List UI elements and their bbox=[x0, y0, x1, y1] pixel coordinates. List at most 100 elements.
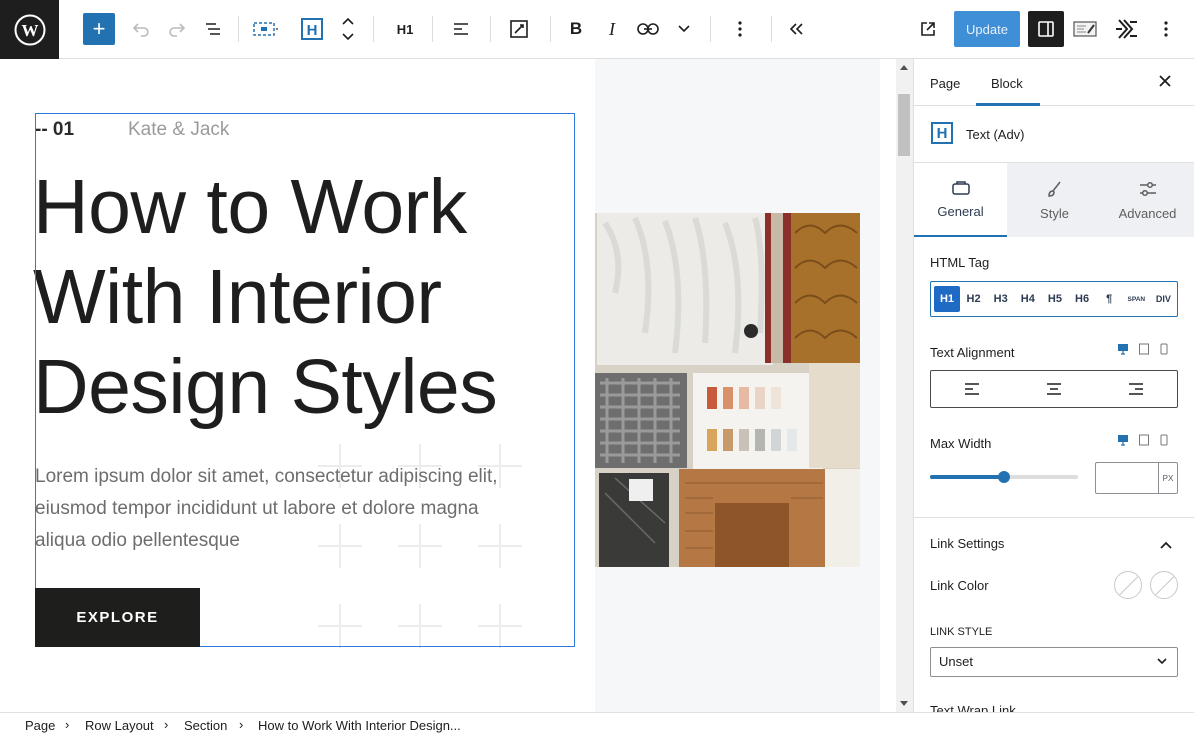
tab-page[interactable]: Page bbox=[930, 76, 960, 91]
tag-div-button[interactable]: DIV bbox=[1150, 282, 1177, 316]
tab-advanced[interactable]: Advanced bbox=[1101, 163, 1194, 237]
scroll-down-icon[interactable] bbox=[900, 701, 908, 706]
chevron-down-icon[interactable] bbox=[672, 11, 696, 47]
responsive-device-switcher bbox=[1117, 343, 1169, 355]
slider-fill bbox=[930, 475, 1004, 479]
breadcrumb: Page › Row Layout › Section › How to Wor… bbox=[0, 712, 1194, 736]
align-center-button[interactable] bbox=[1013, 371, 1095, 407]
canvas-scrollbar[interactable] bbox=[896, 59, 913, 712]
align-right-button[interactable] bbox=[1095, 371, 1177, 407]
link-color-swatch[interactable] bbox=[1114, 571, 1142, 599]
tag-span-button[interactable]: SPAN bbox=[1123, 282, 1150, 316]
update-button[interactable]: Update bbox=[954, 11, 1020, 47]
responsive-device-switcher bbox=[1117, 434, 1169, 446]
chevron-up-icon[interactable] bbox=[1159, 537, 1173, 555]
breadcrumb-current-block[interactable]: How to Work With Interior Design... bbox=[258, 718, 461, 733]
close-icon[interactable] bbox=[1158, 71, 1172, 94]
tab-general-label: General bbox=[937, 203, 984, 219]
brush-icon bbox=[1047, 181, 1061, 197]
link-color-label: Link Color bbox=[930, 578, 989, 593]
max-width-input[interactable] bbox=[1095, 462, 1159, 494]
editor-canvas[interactable]: -- 01 Kate & Jack How to Work With Inter… bbox=[0, 59, 880, 712]
redo-icon[interactable] bbox=[163, 11, 191, 47]
undo-icon[interactable] bbox=[127, 11, 155, 47]
view-page-external-icon[interactable] bbox=[914, 11, 942, 47]
editor-style-icon[interactable] bbox=[1070, 11, 1100, 47]
breadcrumb-row-layout[interactable]: Row Layout bbox=[85, 718, 154, 733]
add-block-button[interactable]: + bbox=[83, 13, 115, 45]
heading-block-icon[interactable]: H bbox=[296, 11, 328, 47]
settings-sidebar: Page Block H Text (Adv) General Style Ad… bbox=[913, 59, 1194, 712]
options-menu-icon[interactable] bbox=[1154, 11, 1178, 47]
heading-level-button[interactable]: H1 bbox=[388, 11, 422, 47]
desktop-icon[interactable] bbox=[1117, 434, 1129, 446]
link-hover-color-swatch[interactable] bbox=[1150, 571, 1178, 599]
breadcrumb-page[interactable]: Page bbox=[25, 718, 55, 733]
align-text-icon[interactable] bbox=[446, 11, 476, 47]
align-left-button[interactable] bbox=[931, 371, 1013, 407]
tablet-icon[interactable] bbox=[1138, 343, 1150, 355]
intro-paragraph[interactable]: Lorem ipsum dolor sit amet, consectetur … bbox=[35, 461, 555, 557]
tag-h2-button[interactable]: H2 bbox=[960, 282, 987, 316]
wordpress-logo-icon[interactable]: W bbox=[0, 0, 59, 59]
html-tag-selector: H1 H2 H3 H4 H5 H6 ¶ SPAN DIV bbox=[930, 281, 1178, 317]
mobile-icon[interactable] bbox=[1159, 343, 1169, 355]
interior-materials-image[interactable] bbox=[595, 213, 860, 567]
svg-text:H: H bbox=[307, 22, 318, 39]
scrollbar-thumb[interactable] bbox=[898, 94, 910, 156]
selected-block-outline bbox=[35, 113, 575, 647]
explore-button[interactable]: EXPLORE bbox=[35, 588, 200, 647]
paragraph-line: eiusmod tempor incididunt ut labore et d… bbox=[35, 498, 479, 519]
section-divider bbox=[914, 517, 1194, 518]
paragraph-line: Lorem ipsum dolor sit amet, consectetur … bbox=[35, 466, 498, 487]
link-style-value: Unset bbox=[939, 654, 973, 669]
tag-h1-button[interactable]: H1 bbox=[934, 286, 960, 312]
italic-icon[interactable]: I bbox=[598, 11, 626, 47]
tab-advanced-label: Advanced bbox=[1118, 205, 1177, 221]
bold-icon[interactable]: B bbox=[562, 11, 590, 47]
link-settings-heading[interactable]: Link Settings bbox=[930, 536, 1004, 551]
tag-h4-button[interactable]: H4 bbox=[1014, 282, 1041, 316]
tag-h5-button[interactable]: H5 bbox=[1041, 282, 1068, 316]
active-tab-indicator bbox=[976, 103, 1040, 106]
block-type-icon[interactable] bbox=[248, 11, 282, 47]
link-style-select[interactable]: Unset bbox=[930, 647, 1178, 677]
more-options-icon[interactable] bbox=[728, 11, 752, 47]
tag-paragraph-button[interactable]: ¶ bbox=[1096, 282, 1123, 316]
text-wrap-link-label: Text Wrap Link bbox=[930, 703, 1016, 712]
edit-image-icon[interactable] bbox=[503, 11, 535, 47]
max-width-unit-button[interactable]: PX bbox=[1158, 462, 1178, 494]
link-style-label: LINK STYLE bbox=[930, 626, 993, 638]
breadcrumb-separator-icon: › bbox=[164, 717, 169, 732]
text-alignment-selector bbox=[930, 370, 1178, 408]
align-left-icon bbox=[965, 383, 979, 395]
breadcrumb-separator-icon: › bbox=[65, 717, 70, 732]
settings-sidebar-toggle-icon[interactable] bbox=[1028, 11, 1064, 47]
breadcrumb-separator-icon: › bbox=[239, 717, 244, 732]
breadcrumb-section[interactable]: Section bbox=[184, 718, 227, 733]
chevron-down-icon bbox=[1157, 658, 1167, 665]
sidebar-tabs: Page Block bbox=[914, 59, 1194, 106]
scroll-up-icon[interactable] bbox=[900, 65, 908, 70]
link-icon[interactable] bbox=[634, 11, 662, 47]
desktop-icon[interactable] bbox=[1117, 343, 1129, 355]
align-center-icon bbox=[1047, 383, 1061, 395]
card-icon bbox=[951, 180, 970, 195]
max-width-label: Max Width bbox=[930, 436, 992, 451]
max-width-slider[interactable] bbox=[930, 471, 1078, 483]
collapse-toolbar-icon[interactable] bbox=[783, 11, 811, 47]
editor-top-toolbar: W + H H1 B I Update bbox=[0, 0, 1194, 59]
tablet-icon[interactable] bbox=[1138, 434, 1150, 446]
kadence-blocks-icon[interactable] bbox=[1110, 11, 1142, 47]
tag-h6-button[interactable]: H6 bbox=[1069, 282, 1096, 316]
move-up-down-icon[interactable] bbox=[336, 11, 360, 47]
heading-block-icon: H bbox=[931, 122, 953, 144]
mobile-icon[interactable] bbox=[1159, 434, 1169, 446]
text-alignment-label: Text Alignment bbox=[930, 345, 1015, 360]
tab-style[interactable]: Style bbox=[1008, 163, 1101, 237]
list-view-icon[interactable] bbox=[199, 11, 227, 47]
tab-general[interactable]: General bbox=[914, 163, 1007, 237]
slider-handle[interactable] bbox=[998, 471, 1010, 483]
tag-h3-button[interactable]: H3 bbox=[987, 282, 1014, 316]
tab-block[interactable]: Block bbox=[991, 76, 1023, 91]
